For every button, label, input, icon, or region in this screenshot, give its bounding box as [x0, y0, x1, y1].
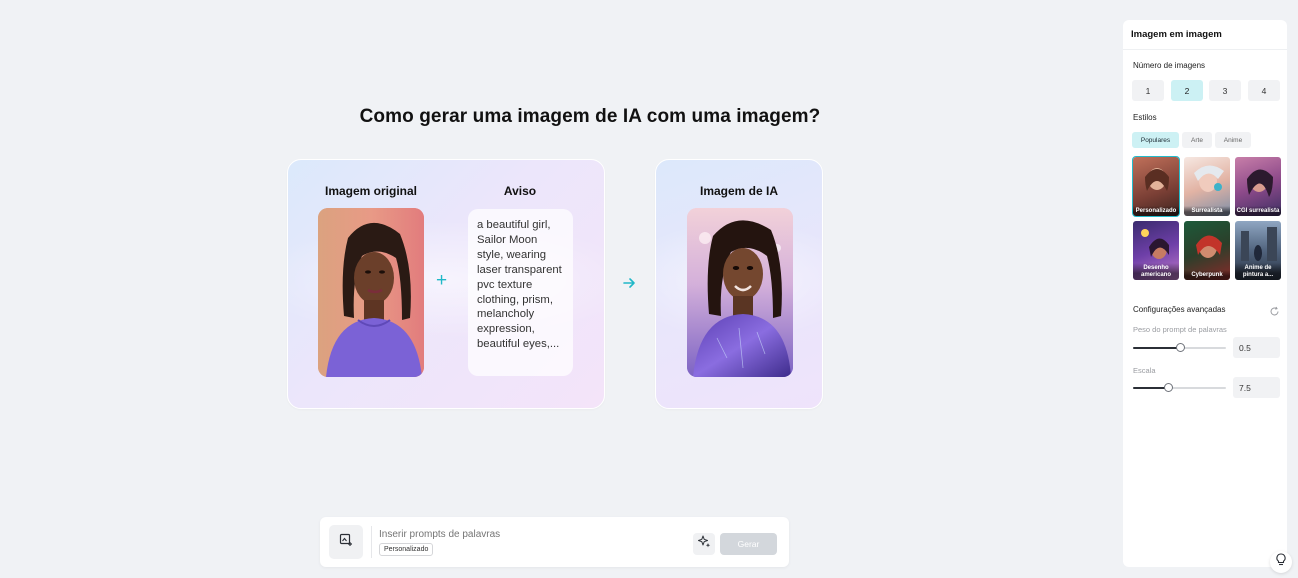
scale-slider-fill — [1133, 387, 1168, 389]
original-image-label: Imagem original — [324, 184, 418, 198]
style-label: Surrealista — [1184, 205, 1230, 216]
scale-label: Escala — [1133, 366, 1156, 375]
prompt-input[interactable] — [379, 529, 579, 540]
style-label: CGI surrealista — [1235, 205, 1281, 216]
weight-value[interactable]: 0.5 — [1233, 337, 1280, 358]
tab-anime[interactable]: Anime — [1215, 132, 1251, 148]
example-prompt-box: a beautiful girl, Sailor Moon style, wea… — [468, 209, 573, 376]
original-image — [318, 208, 424, 377]
custom-tag[interactable]: Personalizado — [379, 543, 434, 556]
weight-slider-fill — [1133, 347, 1180, 349]
tab-arte[interactable]: Arte — [1182, 132, 1212, 148]
plus-icon: + — [436, 270, 448, 291]
advanced-settings-label: Configurações avançadas — [1133, 305, 1226, 314]
reset-icon[interactable] — [1269, 304, 1280, 322]
ai-image-label: Imagem de IA — [699, 184, 779, 198]
upload-image-button[interactable] — [329, 525, 363, 559]
help-button[interactable] — [1270, 551, 1292, 573]
style-label: Personalizado — [1133, 205, 1179, 216]
style-thumb-personalizado[interactable]: Personalizado — [1132, 156, 1180, 217]
divider — [1123, 49, 1287, 50]
divider — [371, 526, 372, 558]
style-label: Anime de pintura a... — [1235, 263, 1281, 280]
magic-prompt-button[interactable] — [693, 533, 715, 555]
page-title: Como gerar uma imagem de IA com uma imag… — [359, 106, 821, 127]
style-thumb-anime-pintura[interactable]: Anime de pintura a... — [1235, 221, 1281, 280]
num-option-4[interactable]: 4 — [1248, 80, 1280, 101]
weight-label: Peso do prompt de palavras — [1133, 325, 1227, 334]
weight-slider[interactable] — [1133, 343, 1226, 352]
num-option-3[interactable]: 3 — [1209, 80, 1241, 101]
weight-slider-knob[interactable] — [1176, 343, 1185, 352]
prompt-label: Aviso — [503, 184, 537, 198]
scale-slider[interactable] — [1133, 383, 1226, 392]
style-thumb-surrealista[interactable]: Surrealista — [1184, 157, 1230, 216]
panel-title: Imagem em imagem — [1131, 29, 1222, 40]
example-prompt-text: a beautiful girl, Sailor Moon style, wea… — [477, 219, 562, 351]
num-option-2[interactable]: 2 — [1171, 80, 1203, 101]
scale-value[interactable]: 7.5 — [1233, 377, 1280, 398]
scale-slider-knob[interactable] — [1164, 383, 1173, 392]
style-label: Desenho americano — [1133, 263, 1179, 280]
prompt-bar: Personalizado Gerar — [320, 517, 789, 567]
ai-result-image — [687, 208, 793, 377]
sparkle-icon — [697, 535, 711, 553]
styles-label: Estilos — [1133, 113, 1157, 122]
generate-button[interactable]: Gerar — [720, 533, 777, 555]
style-thumb-desenho-americano[interactable]: Desenho americano — [1133, 221, 1179, 280]
arrow-right-icon — [622, 276, 636, 295]
num-option-1[interactable]: 1 — [1132, 80, 1164, 101]
style-thumb-cgi-surrealista[interactable]: CGI surrealista — [1235, 157, 1281, 216]
lightbulb-icon — [1275, 553, 1287, 571]
image-upload-icon — [339, 533, 353, 552]
tab-populares[interactable]: Populares — [1132, 132, 1179, 148]
style-thumb-cyberpunk[interactable]: Cyberpunk — [1184, 221, 1230, 280]
style-label: Cyberpunk — [1184, 269, 1230, 280]
num-images-label: Número de imagens — [1133, 61, 1206, 70]
settings-panel: Imagem em imagem Número de imagens 1 2 3… — [1123, 20, 1287, 567]
